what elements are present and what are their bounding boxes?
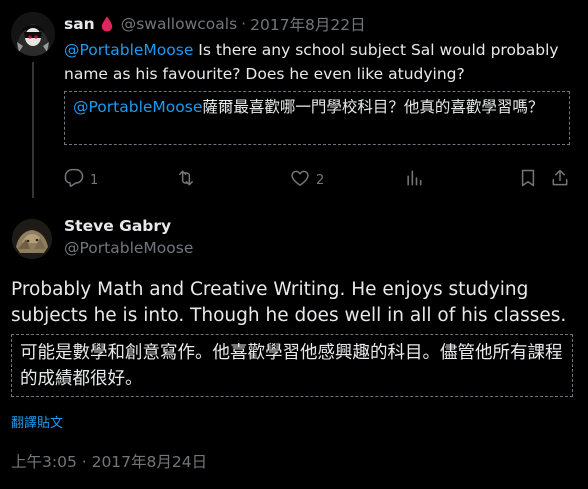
heart-icon bbox=[290, 168, 310, 192]
reply-count: 1 bbox=[90, 172, 99, 188]
like-count: 2 bbox=[316, 172, 325, 188]
reply-icon bbox=[64, 168, 84, 192]
views-button[interactable] bbox=[404, 169, 424, 191]
share-button[interactable] bbox=[550, 169, 570, 191]
views-icon bbox=[404, 168, 424, 192]
bookmark-icon bbox=[518, 168, 538, 192]
reply-mention-link[interactable]: @PortableMoose bbox=[64, 41, 193, 59]
reply-translation-box: @PortableMoose薩爾最喜歡哪一門學校科目？他真的喜歡學習嗎？ bbox=[64, 91, 570, 145]
retweet-button[interactable] bbox=[176, 169, 202, 191]
reply-translation-text: 薩爾最喜歡哪一門學校科目？他真的喜歡學習嗎？ bbox=[202, 98, 544, 116]
translate-post-link[interactable]: 翻譯貼文 bbox=[11, 412, 63, 431]
like-button[interactable]: 2 bbox=[290, 169, 324, 191]
share-icon bbox=[550, 168, 570, 192]
main-author-handle[interactable]: @PortableMoose bbox=[64, 239, 193, 257]
main-author-avatar[interactable] bbox=[12, 219, 52, 259]
separator-dot: · bbox=[241, 15, 247, 33]
blood-drop-icon bbox=[101, 16, 113, 32]
reply-author-avatar[interactable] bbox=[11, 12, 55, 56]
main-translation-text: 可能是數學和創意寫作。他喜歡學習他感興趣的科目。儘管他所有課程的成績都很好。 bbox=[20, 343, 563, 389]
bookmark-button[interactable] bbox=[518, 169, 538, 191]
retweet-icon bbox=[176, 168, 196, 192]
post-timestamp[interactable]: 上午3:05 · 2017年8月24日 bbox=[11, 450, 207, 472]
main-translation-box: 可能是數學和創意寫作。他喜歡學習他感興趣的科目。儘管他所有課程的成績都很好。 bbox=[11, 334, 573, 397]
thread-connector-line bbox=[32, 62, 34, 198]
main-body-text: Probably Math and Creative Writing. He e… bbox=[11, 279, 567, 326]
reply-author-name[interactable]: san bbox=[64, 15, 95, 33]
reply-action-bar: 1 2 bbox=[64, 168, 574, 192]
reply-date[interactable]: 2017年8月22日 bbox=[250, 13, 366, 35]
main-author-name[interactable]: Steve Gabry bbox=[64, 217, 171, 235]
reply-translation-mention[interactable]: @PortableMoose bbox=[73, 98, 202, 116]
reply-body: @PortableMoose Is there any school subje… bbox=[64, 38, 564, 86]
reply-header: san @swallowcoals · 2017年8月22日 bbox=[64, 13, 366, 35]
reply-author-handle[interactable]: @swallowcoals bbox=[121, 15, 237, 33]
reply-button[interactable]: 1 bbox=[64, 168, 99, 192]
